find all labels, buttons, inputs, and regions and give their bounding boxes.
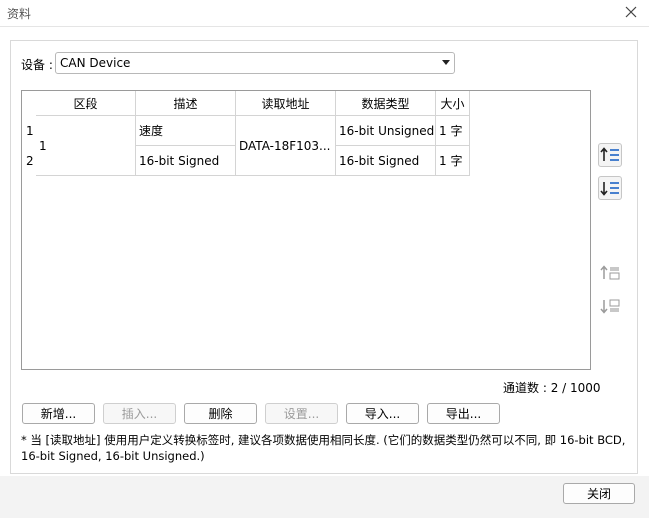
settings-button[interactable]: 设置...	[265, 403, 338, 424]
close-icon[interactable]	[619, 1, 643, 23]
column-header-segment[interactable]: 区段	[36, 91, 136, 116]
device-select[interactable]: CAN Device	[55, 52, 455, 74]
move-down-icon	[600, 182, 619, 196]
read-address-cell[interactable]: DATA-18F103...	[236, 116, 336, 176]
column-header-size[interactable]: 大小	[436, 91, 470, 116]
row-number[interactable]: 2	[26, 154, 34, 168]
window-title: 资料	[7, 7, 32, 21]
column-header-description[interactable]: 描述	[136, 91, 236, 116]
device-label: 设备 :	[21, 58, 53, 72]
data-type-cell[interactable]: 16-bit Unsigned	[336, 116, 436, 146]
footer-bar	[0, 476, 649, 518]
export-button[interactable]: 导出...	[427, 403, 500, 424]
description-cell[interactable]: 速度	[136, 116, 236, 146]
size-cell[interactable]: 1 字	[436, 116, 470, 146]
insert-button[interactable]: 插入...	[103, 403, 176, 424]
delete-button[interactable]: 删除	[184, 403, 257, 424]
move-up-button[interactable]	[598, 143, 622, 167]
move-top-button[interactable]	[598, 261, 622, 285]
address-table[interactable]: 区段 描述 读取地址 数据类型 大小 1 2 1 DATA-18F103... …	[21, 90, 591, 370]
description-cell[interactable]: 16-bit Signed	[136, 146, 236, 176]
column-header-read-address[interactable]: 读取地址	[236, 91, 336, 116]
channel-count-value: 2 / 1000	[550, 381, 601, 395]
channel-count-label: 通道数 :	[503, 381, 547, 395]
channel-count: 通道数 : 2 / 1000	[503, 379, 601, 396]
row-number[interactable]: 1	[26, 124, 34, 138]
data-type-cell[interactable]: 16-bit Signed	[336, 146, 436, 176]
move-bottom-icon	[600, 299, 620, 314]
move-up-icon	[600, 147, 619, 161]
device-select-value: CAN Device	[60, 56, 131, 70]
note-text: * 当 [读取地址] 使用用户定义转换标签时, 建议各项数据使用相同长度. (它…	[21, 433, 626, 463]
move-bottom-button[interactable]	[598, 294, 622, 318]
new-button[interactable]: 新增...	[22, 403, 95, 424]
move-top-icon	[600, 265, 620, 280]
column-header-data-type[interactable]: 数据类型	[336, 91, 436, 116]
segment-cell[interactable]: 1	[36, 116, 136, 176]
chevron-down-icon	[442, 60, 450, 65]
size-cell[interactable]: 1 字	[436, 146, 470, 176]
close-button[interactable]: 关闭	[563, 483, 635, 504]
move-down-button[interactable]	[598, 176, 622, 200]
title-bar: 资料	[0, 0, 649, 27]
import-button[interactable]: 导入...	[346, 403, 419, 424]
